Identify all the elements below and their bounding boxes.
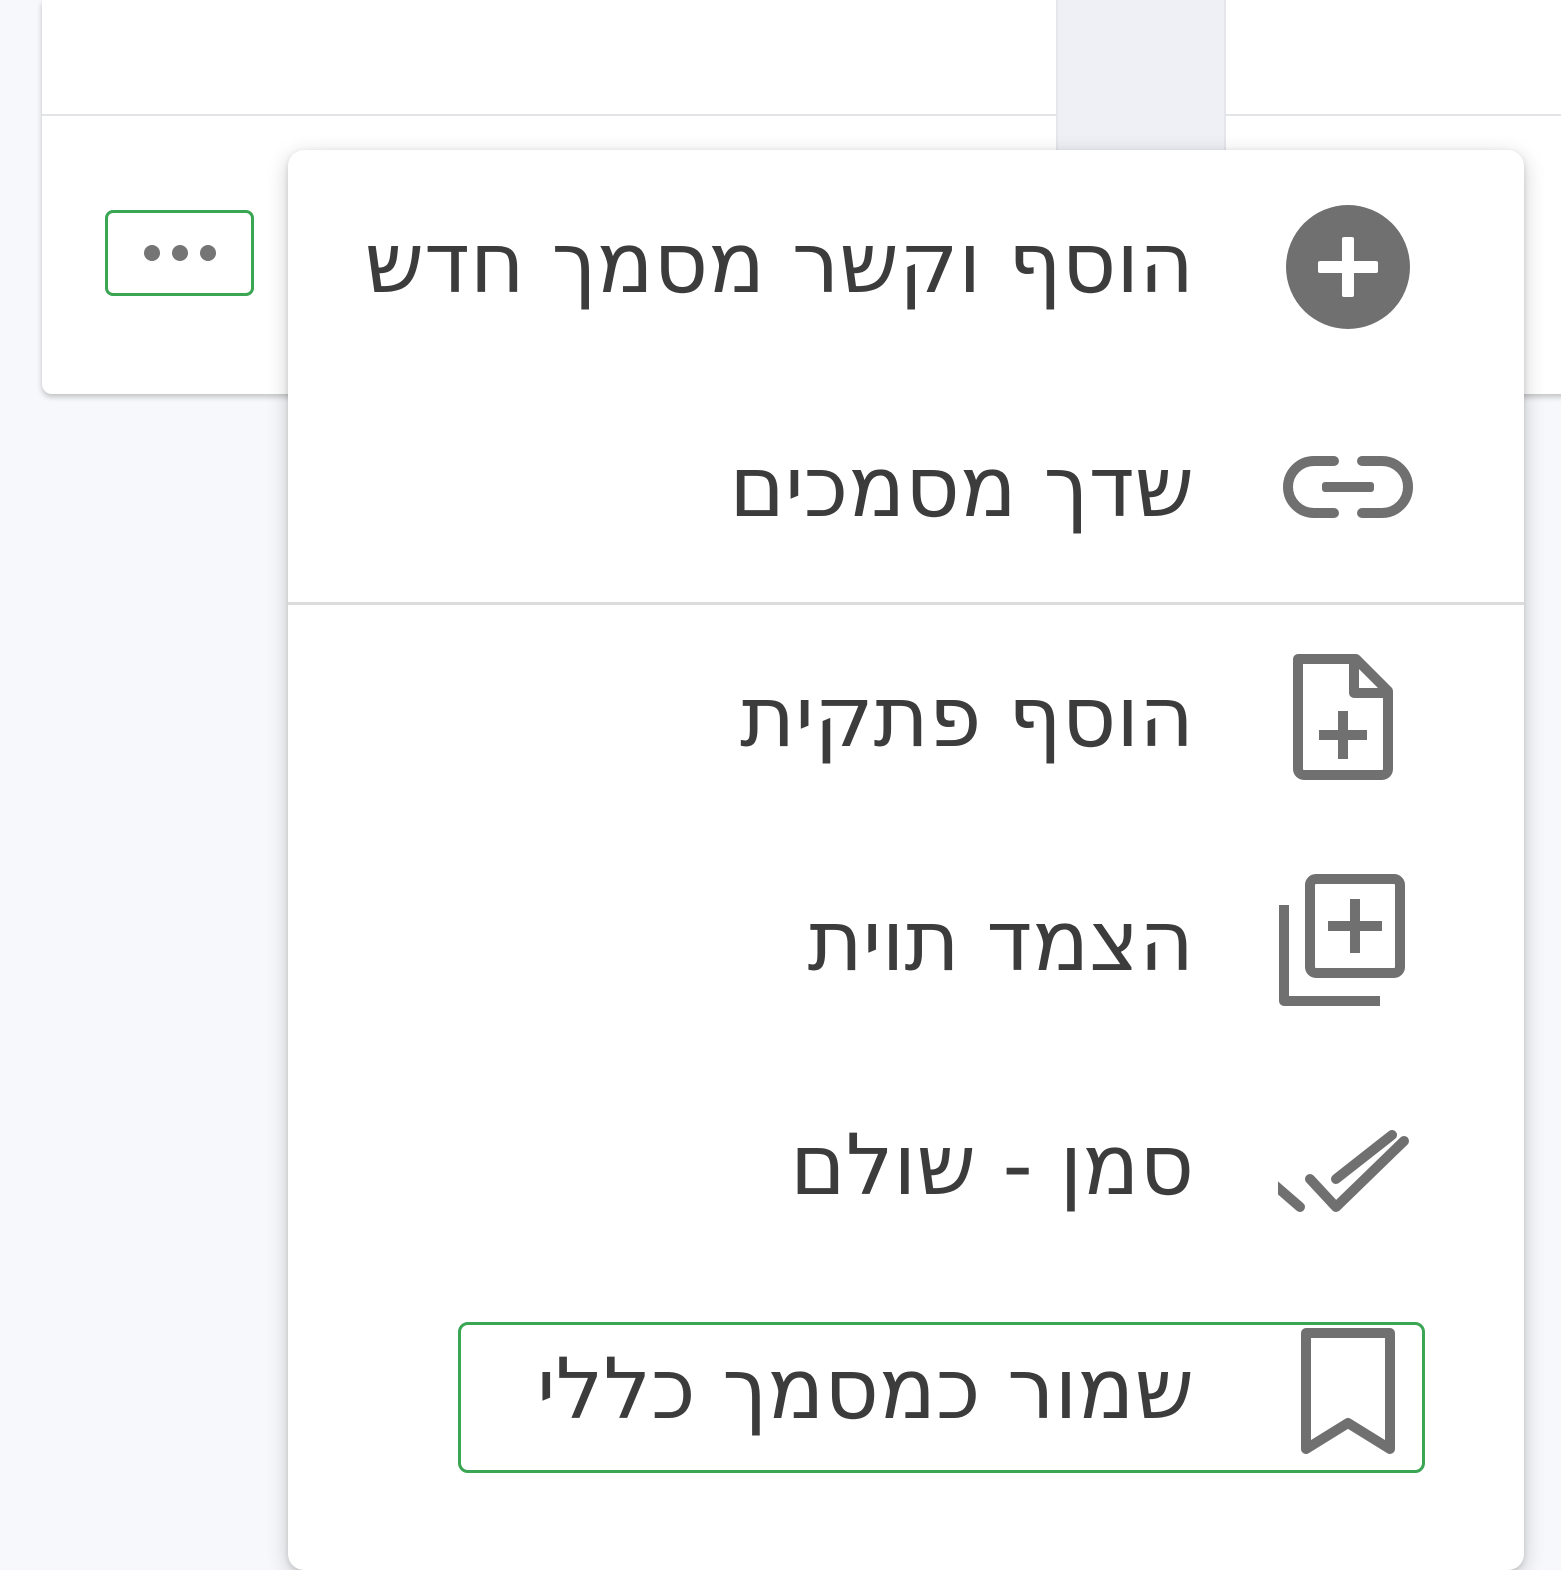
menu-item-mark-paid[interactable]: סמן - שולם	[288, 1090, 1524, 1240]
menu-item-label: הוסף פתקית	[740, 668, 1194, 766]
menu-item-link-documents[interactable]: שדך מסמכים	[288, 412, 1524, 562]
library-add-icon	[1278, 871, 1418, 1011]
menu-divider	[288, 602, 1524, 605]
done-all-icon	[1265, 1095, 1418, 1235]
more-options-button[interactable]	[105, 210, 254, 296]
menu-item-label: הוסף וקשר מסמך חדש	[364, 214, 1195, 312]
menu-item-label: שדך מסמכים	[729, 438, 1194, 536]
menu-item-add-link-new-document[interactable]: הוסף וקשר מסמך חדש	[288, 188, 1524, 338]
more-dot-icon	[171, 245, 188, 261]
note-add-icon	[1278, 647, 1418, 787]
add-circle-icon	[1278, 193, 1418, 333]
row-divider	[42, 114, 1561, 116]
menu-item-label: הצמד תוית	[807, 892, 1194, 990]
more-dot-icon	[199, 245, 216, 261]
menu-item-attach-label[interactable]: הצמד תוית	[288, 866, 1524, 1016]
link-icon	[1278, 417, 1418, 557]
table-column-strip	[1056, 0, 1226, 150]
more-dot-icon	[143, 245, 160, 261]
menu-item-add-note[interactable]: הוסף פתקית	[288, 642, 1524, 792]
focus-outline	[458, 1322, 1425, 1473]
menu-item-label: סמן - שולם	[789, 1116, 1194, 1214]
